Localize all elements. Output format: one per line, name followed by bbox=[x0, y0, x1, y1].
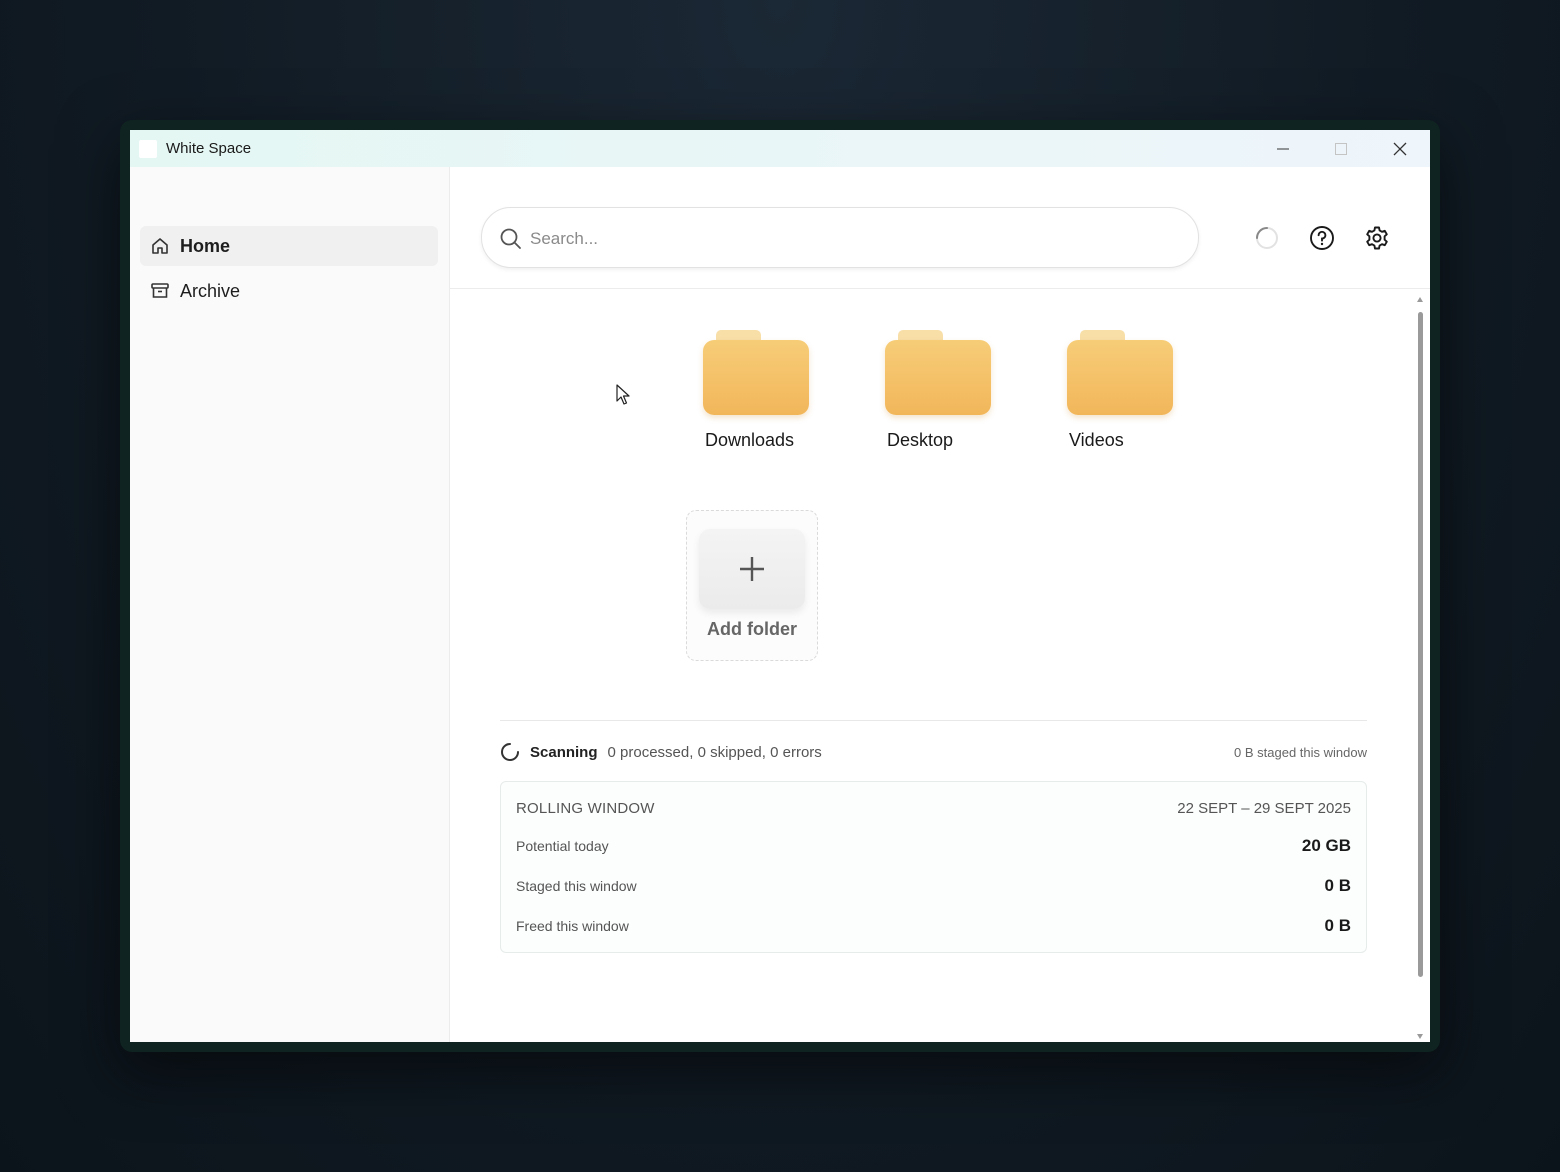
app-window: White Space Home Archive Search... Downl… bbox=[130, 130, 1430, 1042]
add-folder-tile bbox=[699, 529, 805, 609]
scroll-down-arrow-icon[interactable] bbox=[1417, 1034, 1423, 1039]
add-folder-label: Add folder bbox=[707, 619, 797, 639]
help-button[interactable] bbox=[1307, 223, 1337, 253]
folder-label: Downloads bbox=[705, 430, 795, 450]
stat-label: Potential today bbox=[516, 838, 609, 854]
minimize-icon bbox=[1277, 148, 1289, 149]
search-icon bbox=[500, 228, 521, 249]
folder-videos[interactable]: Videos bbox=[1063, 330, 1193, 455]
main-panel: Downloads Desktop Videos Add folder bbox=[450, 167, 1430, 1042]
close-button[interactable] bbox=[1371, 130, 1429, 167]
plus-icon bbox=[740, 557, 764, 581]
stat-row: Staged this window 0 B bbox=[516, 875, 1351, 897]
sidebar-item-label: Archive bbox=[180, 280, 241, 301]
help-icon bbox=[1310, 226, 1334, 250]
divider bbox=[500, 720, 1367, 721]
stat-value: 0 B bbox=[1324, 916, 1351, 935]
content-area: Downloads Desktop Videos Add folder Scan… bbox=[450, 290, 1430, 1042]
staged-note: 0 B staged this window bbox=[1234, 744, 1367, 760]
scan-counts: 0 processed, 0 skipped, 0 errors bbox=[607, 743, 822, 761]
folder-desktop[interactable]: Desktop bbox=[881, 330, 1011, 455]
card-title: ROLLING WINDOW bbox=[516, 799, 655, 817]
loading-spinner-icon bbox=[501, 743, 519, 761]
folder-label: Desktop bbox=[887, 430, 954, 450]
stat-value: 0 B bbox=[1324, 876, 1351, 895]
top-bar bbox=[450, 167, 1430, 289]
home-icon bbox=[150, 236, 170, 256]
loading-indicator bbox=[1252, 223, 1282, 253]
minimize-button[interactable] bbox=[1254, 130, 1312, 167]
folder-icon bbox=[703, 330, 809, 415]
app-icon bbox=[139, 139, 157, 158]
stat-value: 20 GB bbox=[1301, 836, 1351, 855]
maximize-button[interactable] bbox=[1312, 130, 1370, 167]
folder-downloads[interactable]: Downloads bbox=[699, 330, 829, 455]
close-icon bbox=[1393, 142, 1407, 155]
folder-icon bbox=[1067, 330, 1173, 415]
scan-status: Scanning 0 processed, 0 skipped, 0 error… bbox=[500, 740, 1367, 764]
folder-label: Videos bbox=[1069, 430, 1124, 450]
mouse-cursor-icon bbox=[616, 384, 630, 405]
scrollbar-thumb[interactable] bbox=[1418, 312, 1423, 977]
stat-row: Potential today 20 GB bbox=[516, 835, 1351, 857]
scroll-up-arrow-icon[interactable] bbox=[1417, 297, 1423, 302]
stat-label: Freed this window bbox=[516, 918, 629, 934]
search-input[interactable] bbox=[530, 220, 1186, 258]
card-header: ROLLING WINDOW 22 SEPT – 29 SEPT 2025 bbox=[516, 797, 1351, 819]
title-bar[interactable]: White Space bbox=[130, 130, 1430, 167]
stat-row: Freed this window 0 B bbox=[516, 915, 1351, 937]
stat-label: Staged this window bbox=[516, 878, 637, 894]
vertical-scrollbar[interactable] bbox=[1414, 297, 1426, 1042]
settings-button[interactable] bbox=[1362, 223, 1392, 253]
gear-icon bbox=[1366, 226, 1388, 250]
archive-icon bbox=[150, 281, 170, 301]
maximize-icon bbox=[1335, 142, 1347, 155]
rolling-window-card: ROLLING WINDOW 22 SEPT – 29 SEPT 2025 Po… bbox=[500, 781, 1367, 953]
sidebar-item-label: Home bbox=[180, 235, 231, 256]
folder-icon bbox=[885, 330, 991, 415]
add-folder-button[interactable]: Add folder bbox=[686, 510, 818, 661]
date-range: 22 SEPT – 29 SEPT 2025 bbox=[1177, 799, 1351, 817]
loading-spinner-icon bbox=[1256, 227, 1278, 249]
sidebar-item-home[interactable]: Home bbox=[140, 226, 438, 266]
window-title: White Space bbox=[166, 140, 252, 157]
search-box[interactable] bbox=[481, 207, 1199, 268]
scan-state: Scanning bbox=[530, 743, 598, 761]
sidebar-item-archive[interactable]: Archive bbox=[140, 271, 438, 311]
sidebar: Home Archive bbox=[130, 167, 450, 1042]
